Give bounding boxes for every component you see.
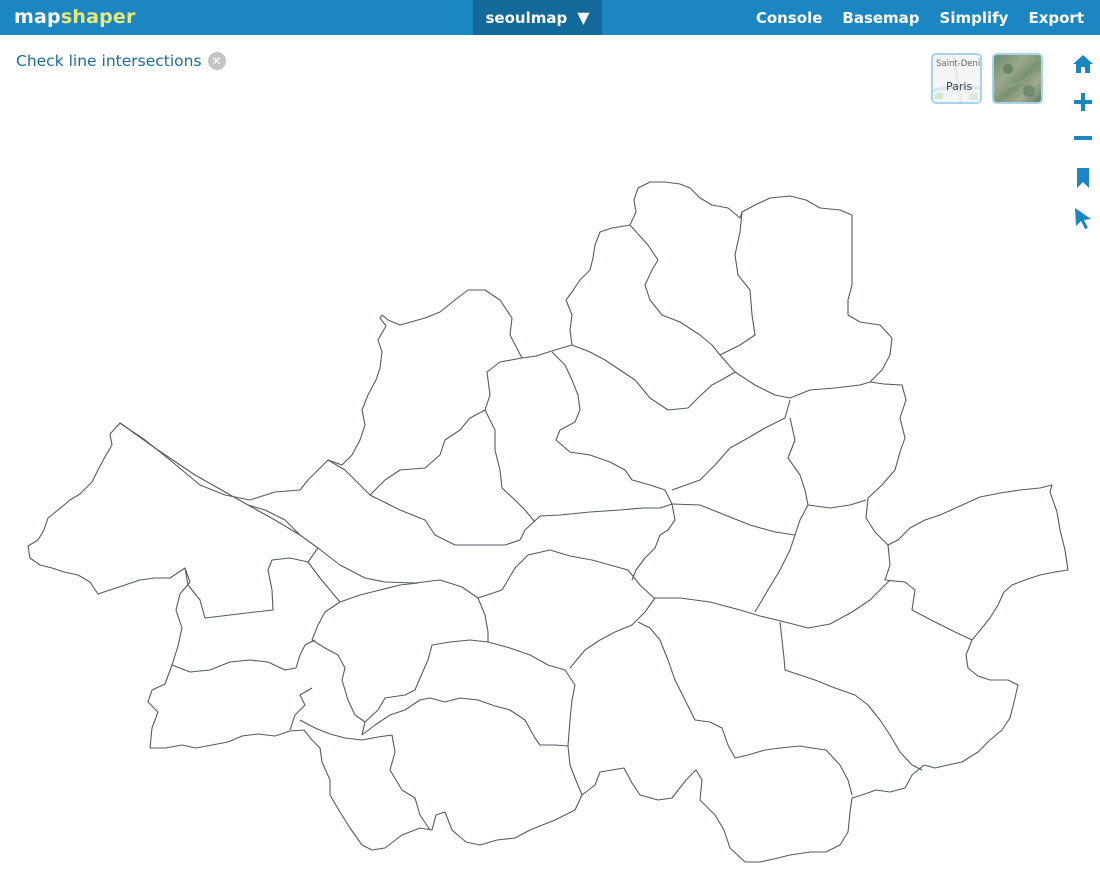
district-boundary-8 [719, 211, 756, 356]
district-boundary-22 [487, 641, 576, 747]
district-boundary-23 [569, 597, 656, 669]
top-bar: mapshaper seoulmap ▼ Console Basemap Sim… [0, 0, 1100, 35]
caret-down-icon: ▼ [577, 7, 590, 27]
basemap-button[interactable]: Basemap [842, 9, 919, 27]
layer-menu-button[interactable]: seoulmap ▼ [473, 0, 602, 35]
district-boundary-14 [184, 547, 319, 619]
district-boundary-4 [484, 409, 536, 523]
district-boundary-24 [637, 621, 853, 796]
map-canvas[interactable] [0, 35, 1100, 890]
district-boundary-12 [807, 499, 867, 509]
layer-name: seoulmap [485, 8, 568, 27]
district-boundary-river [119, 422, 891, 629]
district-boundary-11 [671, 503, 796, 536]
logo-text-shaper: shaper [60, 6, 136, 28]
logo-text-map: map [14, 6, 61, 28]
district-boundary-13 [884, 544, 973, 641]
district-boundary-15 [307, 561, 366, 736]
district-boundary-outline [27, 181, 1069, 863]
district-boundary-10 [754, 417, 809, 613]
top-nav: Console Basemap Simplify Export [756, 0, 1084, 35]
district-boundary-16 [171, 639, 316, 673]
district-boundary-5 [551, 351, 676, 581]
district-boundary-18 [299, 719, 431, 831]
district-boundary-25 [779, 621, 923, 771]
district-boundary-9 [671, 399, 791, 491]
district-boundary-20 [339, 582, 419, 603]
console-button[interactable]: Console [756, 9, 823, 27]
district-boundary-19 [361, 697, 583, 796]
export-button[interactable]: Export [1028, 9, 1084, 27]
district-boundary-21 [364, 597, 489, 723]
district-boundary-17 [289, 687, 313, 731]
simplify-button[interactable]: Simplify [940, 9, 1009, 27]
district-boundary-3 [369, 357, 523, 496]
district-boundary-6 [571, 344, 736, 411]
district-boundary-7 [629, 224, 871, 399]
app-logo: mapshaper [14, 6, 136, 28]
